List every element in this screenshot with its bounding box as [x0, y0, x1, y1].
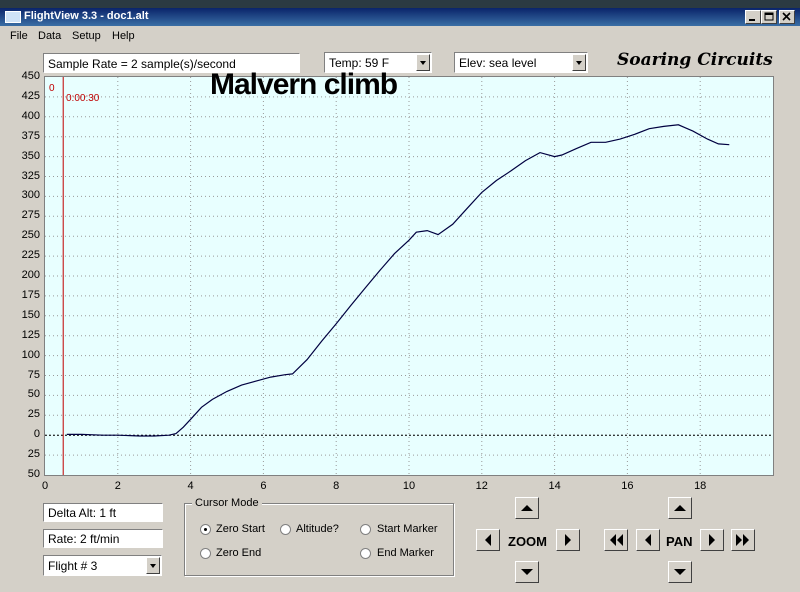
delta-alt-field: Delta Alt: 1 ft: [43, 503, 163, 522]
triangle-down-icon: [674, 569, 686, 575]
radio-end-marker-label[interactable]: End Marker: [377, 547, 434, 559]
y-tick-label: 25: [27, 408, 40, 421]
flight-select[interactable]: Flight # 3: [43, 555, 162, 576]
y-tick-label: 100: [21, 348, 40, 361]
radio-altitude[interactable]: [280, 524, 291, 535]
triangle-right-icon: [565, 534, 571, 546]
pan-down-button[interactable]: [668, 561, 692, 583]
y-tick-label: 225: [21, 249, 40, 262]
x-tick-label: 4: [187, 480, 194, 492]
y-tick-label: 25: [27, 448, 40, 461]
marker-zero-label: 0: [49, 83, 55, 94]
y-tick-label: 0: [33, 428, 40, 441]
cursor-mode-group: [184, 503, 454, 576]
pan-label: PAN: [666, 534, 693, 549]
cursor-mode-title: Cursor Mode: [192, 497, 262, 509]
x-tick-label: 8: [333, 480, 340, 492]
y-tick-label: 275: [21, 209, 40, 222]
x-tick-label: 12: [475, 480, 488, 492]
triangle-up-icon: [521, 505, 533, 511]
y-tick-label: 125: [21, 328, 40, 341]
triangle-left-icon: [485, 534, 491, 546]
y-tick-label: 450: [21, 70, 40, 82]
flight-dropdown-icon[interactable]: [146, 557, 160, 574]
x-tick-label: 0: [41, 480, 49, 492]
double-left-icon: [610, 534, 623, 546]
triangle-down-icon: [521, 569, 533, 575]
y-tick-label: 350: [21, 149, 40, 162]
altitude-series-line: [66, 124, 730, 437]
pan-left-button[interactable]: [636, 529, 660, 551]
triangle-left-icon: [645, 534, 651, 546]
zoom-in-button[interactable]: [515, 497, 539, 519]
zoom-out-button[interactable]: [515, 561, 539, 583]
rate-text: Rate: 2 ft/min: [48, 532, 120, 546]
y-tick-label: 375: [21, 129, 40, 142]
radio-altitude-label[interactable]: Altitude?: [296, 523, 339, 535]
triangle-up-icon: [674, 505, 686, 511]
radio-start-marker[interactable]: [360, 524, 371, 535]
double-right-icon: [736, 534, 749, 546]
flight-text: Flight # 3: [48, 559, 98, 573]
y-tick-label: 75: [27, 368, 40, 381]
triangle-right-icon: [709, 534, 715, 546]
radio-zero-end-label[interactable]: Zero End: [216, 547, 261, 559]
y-tick-label: 400: [21, 109, 40, 122]
marker-time-label: 0:00:30: [66, 93, 100, 104]
radio-zero-start-label[interactable]: Zero Start: [216, 523, 265, 535]
y-tick-label: 325: [21, 169, 40, 182]
y-tick-label: 50: [27, 388, 40, 401]
chart-title: Malvern climb: [210, 68, 398, 101]
x-tick-label: 18: [694, 480, 707, 492]
zoom-right-button[interactable]: [556, 529, 580, 551]
y-tick-label: 300: [21, 189, 40, 202]
pan-right-button[interactable]: [700, 529, 724, 551]
radio-end-marker[interactable]: [360, 548, 371, 559]
zoom-label: ZOOM: [508, 534, 547, 549]
x-tick-label: 10: [402, 480, 416, 492]
pan-first-button[interactable]: [604, 529, 628, 551]
y-tick-label: 250: [21, 229, 40, 242]
radio-start-marker-label[interactable]: Start Marker: [377, 523, 438, 535]
y-tick-label: 150: [21, 308, 40, 321]
y-tick-label: 50: [27, 468, 40, 480]
x-tick-label: 6: [260, 480, 267, 492]
y-tick-label: 175: [21, 288, 40, 301]
x-tick-label: 16: [621, 480, 634, 492]
radio-zero-start[interactable]: [200, 524, 211, 535]
radio-zero-end[interactable]: [200, 548, 211, 559]
zoom-left-button[interactable]: [476, 529, 500, 551]
x-tick-label: 2: [114, 480, 121, 492]
y-tick-label: 200: [21, 269, 40, 281]
x-tick-label: 14: [548, 480, 561, 492]
delta-alt-text: Delta Alt: 1 ft: [48, 506, 117, 520]
pan-up-button[interactable]: [668, 497, 692, 519]
rate-field: Rate: 2 ft/min: [43, 529, 163, 548]
y-tick-label: 425: [21, 89, 40, 102]
pan-last-button[interactable]: [731, 529, 755, 551]
